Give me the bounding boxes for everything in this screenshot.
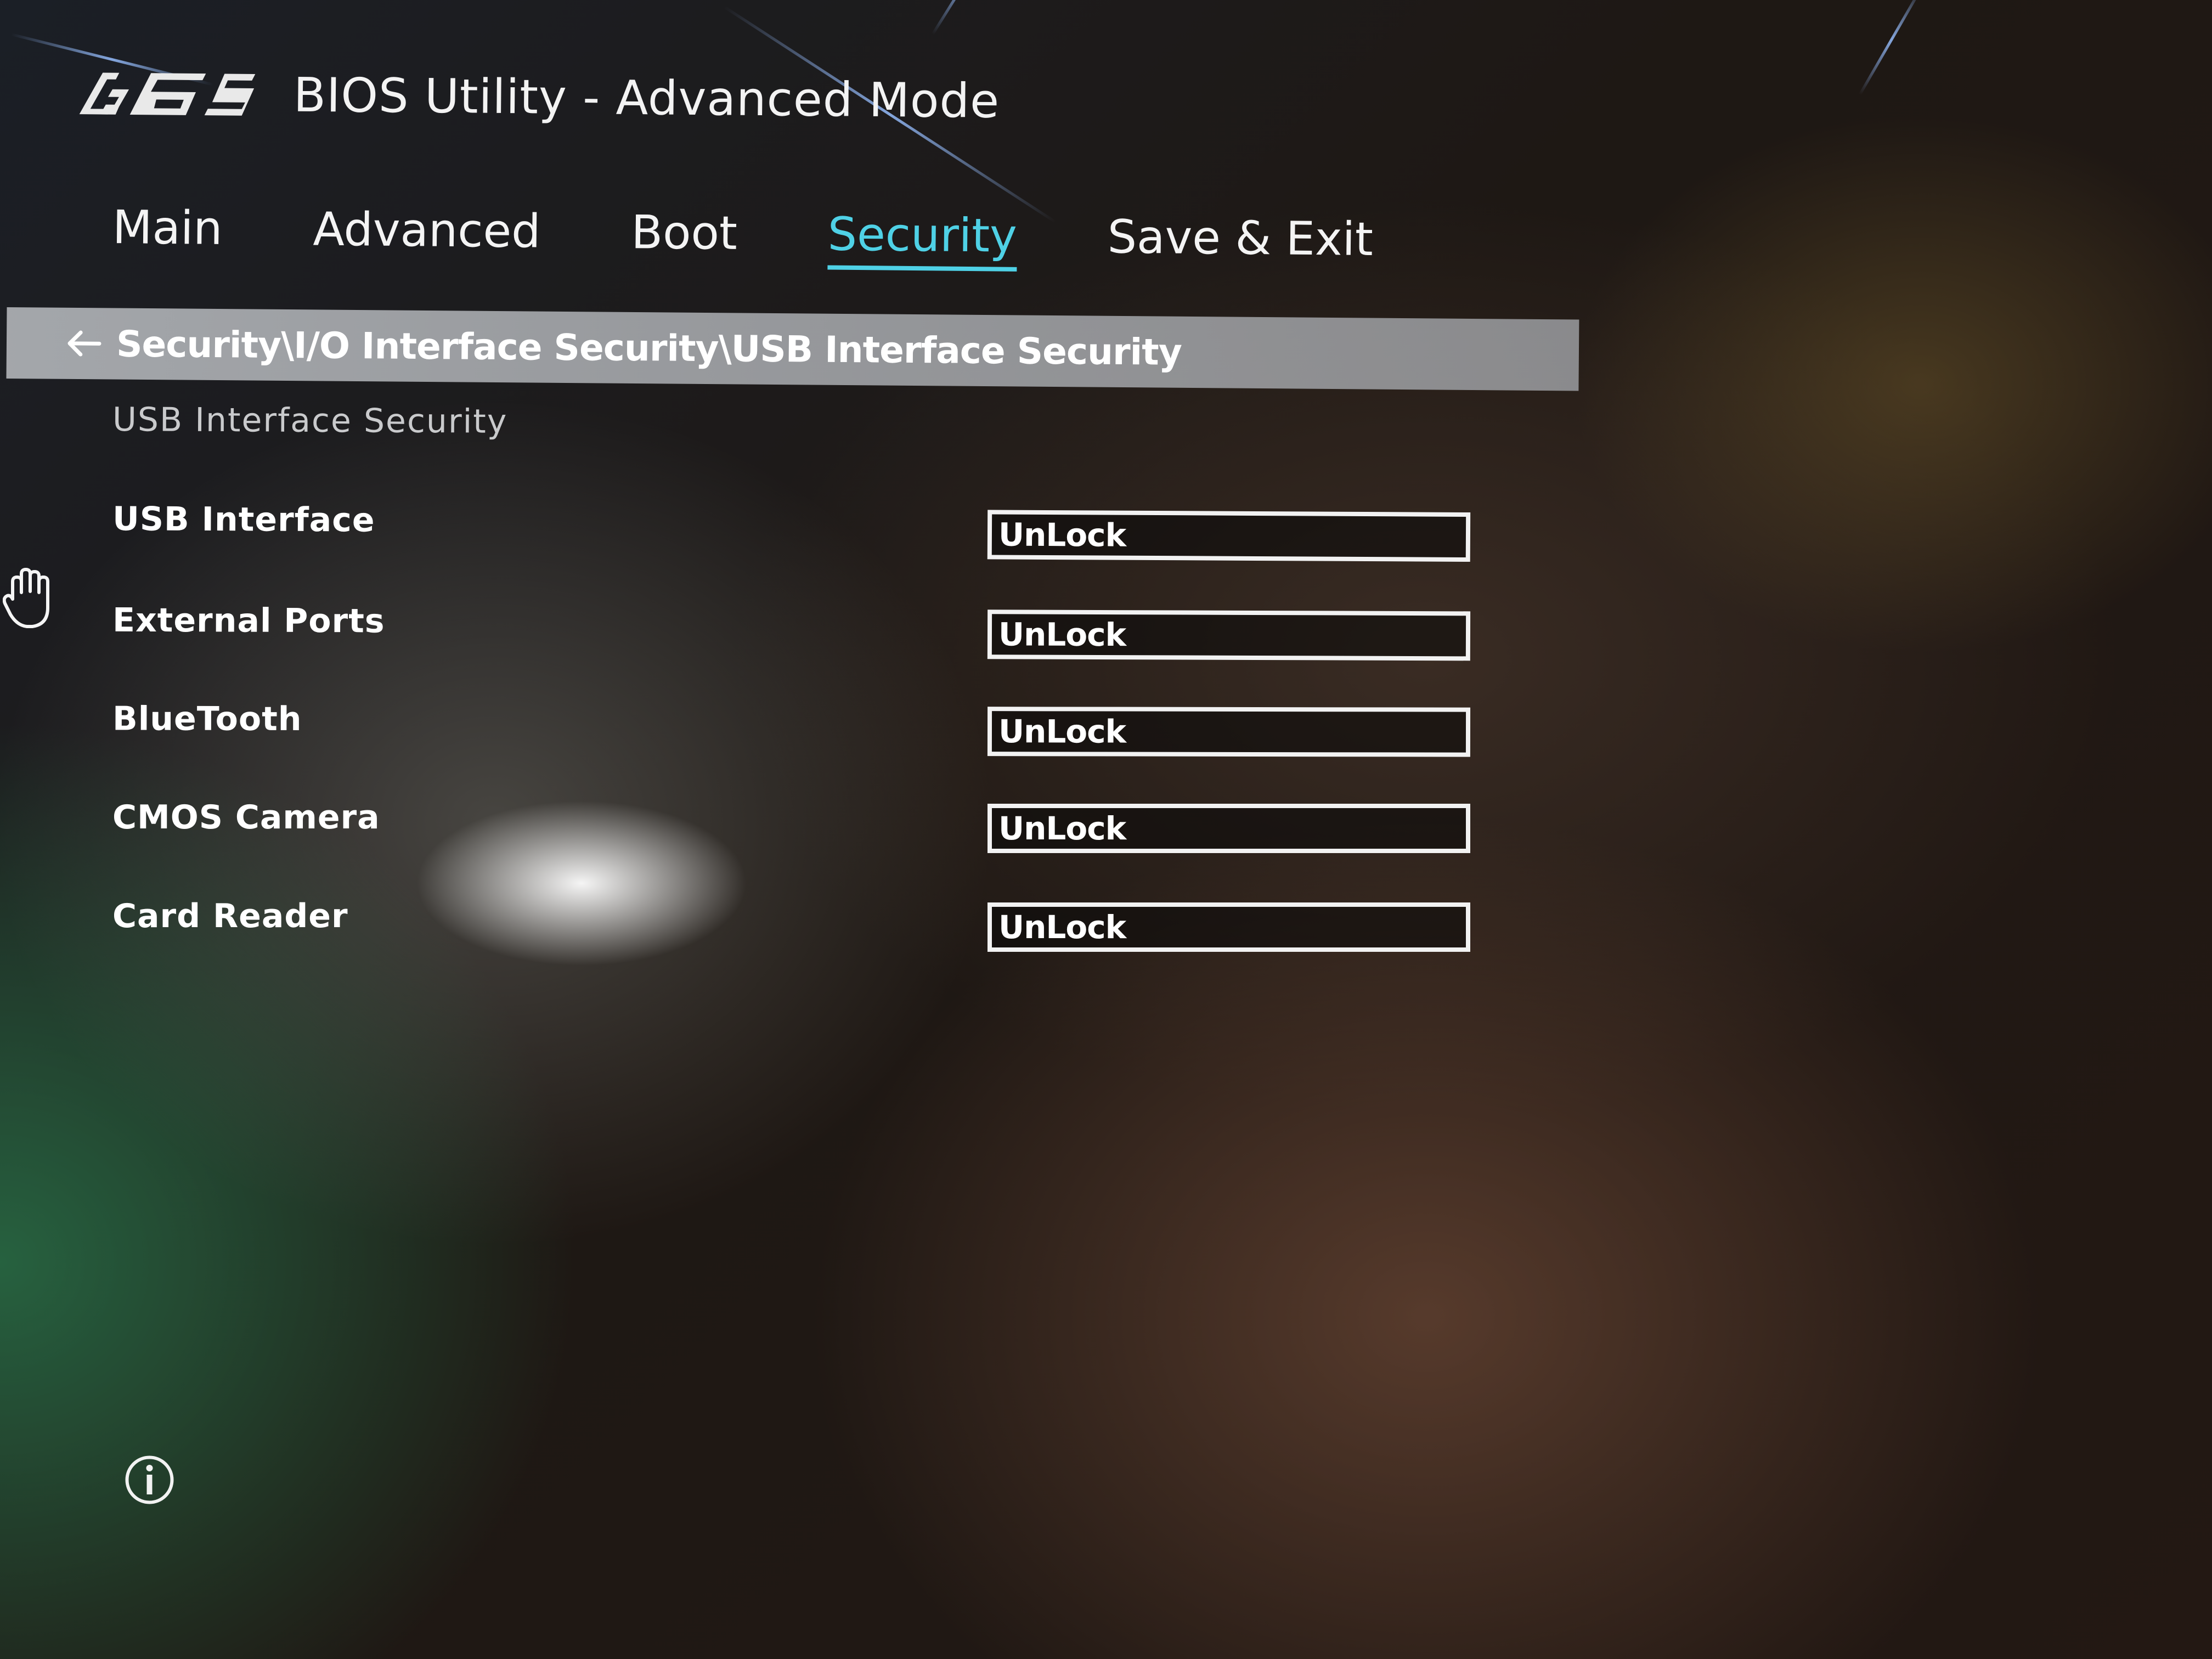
- light-streak: [1858, 0, 1925, 95]
- setting-label: Card Reader: [112, 897, 348, 935]
- tab-boot[interactable]: Boot: [631, 205, 737, 267]
- tab-main[interactable]: Main: [112, 200, 223, 262]
- hand-cursor-icon: [3, 568, 49, 628]
- bluetooth-select[interactable]: UnLock: [987, 707, 1471, 757]
- tab-security[interactable]: Security: [827, 207, 1017, 269]
- setting-value-text: UnLock: [998, 713, 1126, 751]
- app-title: BIOS Utility - Advanced Mode: [293, 67, 1000, 129]
- section-title: USB Interface Security: [112, 400, 508, 441]
- header: BIOS Utility - Advanced Mode: [68, 49, 1000, 145]
- breadcrumb-path: Security\I/O Interface Security\USB Inte…: [116, 323, 1182, 374]
- bios-screen: BIOS Utility - Advanced Mode Main Advanc…: [0, 0, 2212, 1659]
- setting-value-text: UnLock: [998, 810, 1126, 847]
- tab-advanced[interactable]: Advanced: [313, 202, 541, 265]
- back-arrow-icon[interactable]: [64, 327, 103, 360]
- main-tabs: Main Advanced Boot Security Save & Exit: [112, 192, 1464, 282]
- usb-interface-select[interactable]: UnLock: [987, 510, 1471, 562]
- setting-row-usb-interface: USB Interface UnLock: [0, 494, 2212, 577]
- setting-value-text: UnLock: [998, 909, 1126, 946]
- external-ports-select[interactable]: UnLock: [987, 610, 1471, 661]
- asus-logo: [79, 72, 256, 116]
- tab-save-exit[interactable]: Save & Exit: [1107, 210, 1373, 273]
- setting-label: BlueTooth: [112, 699, 302, 738]
- setting-row-external-ports: External Ports UnLock: [0, 595, 2212, 674]
- card-reader-select[interactable]: UnLock: [988, 902, 1470, 952]
- setting-value-text: UnLock: [998, 516, 1126, 554]
- setting-row-card-reader: Card Reader UnLock: [0, 891, 2212, 963]
- breadcrumb: Security\I/O Interface Security\USB Inte…: [6, 307, 1579, 391]
- info-icon[interactable]: [123, 1454, 176, 1506]
- light-streak: [931, 0, 1004, 35]
- setting-label: USB Interface: [112, 500, 375, 540]
- cmos-camera-select[interactable]: UnLock: [988, 804, 1470, 853]
- setting-value-text: UnLock: [998, 616, 1126, 654]
- setting-label: External Ports: [112, 601, 385, 641]
- setting-label: CMOS Camera: [112, 798, 380, 837]
- setting-row-bluetooth: BlueTooth UnLock: [0, 694, 2212, 769]
- setting-row-cmos-camera: CMOS Camera UnLock: [0, 793, 2212, 864]
